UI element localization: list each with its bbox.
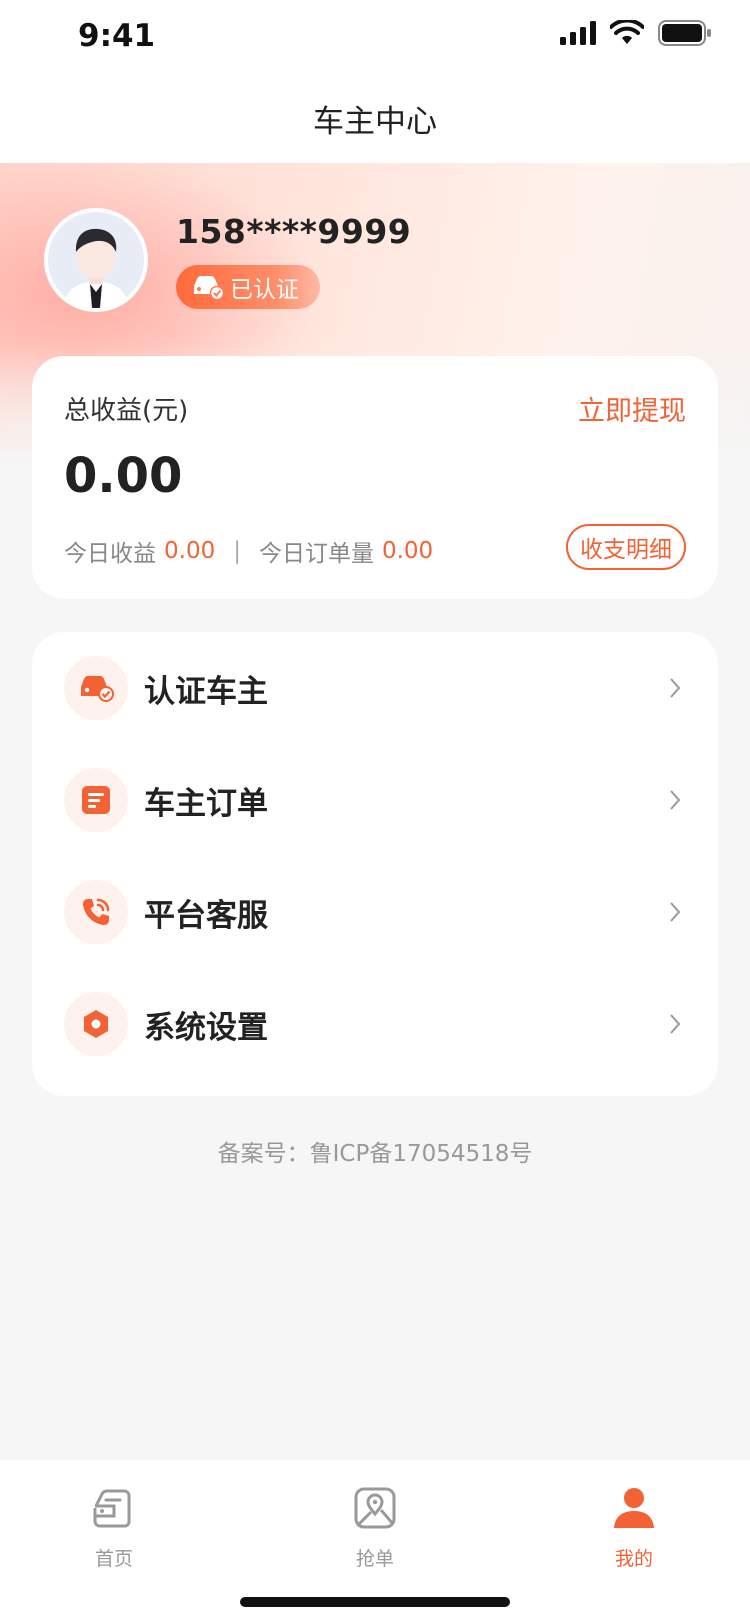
summary-separator: | [233, 538, 241, 564]
tab-grab-order[interactable]: 抢单 [315, 1484, 435, 1571]
battery-icon [658, 20, 711, 46]
menu-item-system-settings[interactable]: 系统设置 [32, 968, 718, 1080]
avatar[interactable] [44, 208, 148, 312]
map-pin-icon [354, 1487, 396, 1529]
total-earnings-value: 0.00 [64, 448, 183, 504]
menu-item-customer-service[interactable]: 平台客服 [32, 856, 718, 968]
order-list-icon [82, 786, 110, 814]
status-time: 9:41 [78, 18, 156, 54]
menu-card: 认证车主 车主订单 平台客服 系统设置 [32, 632, 718, 1096]
menu-icon-wrap [64, 880, 128, 944]
chevron-right-icon [670, 1014, 681, 1034]
menu-item-label: 平台客服 [144, 897, 268, 934]
tab-mine[interactable]: 我的 [574, 1484, 694, 1571]
menu-item-owner-orders[interactable]: 车主订单 [32, 744, 718, 856]
phone-service-icon [83, 898, 110, 925]
screen: 9:41 车主中心 158****9999 已认证 总收益(元) 立即提现 0.… [0, 0, 750, 1624]
verified-badge-label: 已认证 [230, 277, 299, 303]
avatar-person-icon [48, 212, 144, 308]
user-icon [614, 1488, 654, 1528]
menu-icon-wrap [64, 768, 128, 832]
tab-label: 抢单 [355, 1548, 394, 1570]
tab-label: 首页 [94, 1548, 133, 1570]
nav-bar: 车主中心 [0, 78, 750, 163]
chevron-right-icon [670, 678, 681, 698]
car-verified-icon [81, 676, 114, 702]
user-phone: 158****9999 [176, 212, 412, 251]
chevron-right-icon [670, 790, 681, 810]
home-car-icon [93, 1489, 131, 1528]
menu-icon-wrap [64, 656, 128, 720]
total-earnings-label: 总收益(元) [64, 396, 189, 426]
settings-hex-icon [84, 1010, 108, 1038]
earnings-card: 总收益(元) 立即提现 0.00 今日收益 0.00 | 今日订单量 0.00 … [32, 356, 718, 599]
page-title: 车主中心 [313, 104, 437, 140]
menu-item-label: 认证车主 [144, 673, 268, 710]
menu-item-verify-owner[interactable]: 认证车主 [32, 632, 718, 744]
signal-icon [560, 21, 596, 45]
tab-label: 我的 [614, 1548, 653, 1570]
wifi-icon [610, 20, 644, 44]
car-verified-icon [194, 276, 224, 300]
today-summary: 今日收益 0.00 | 今日订单量 0.00 [64, 534, 433, 568]
menu-icon-wrap [64, 992, 128, 1056]
menu-item-label: 系统设置 [144, 1009, 268, 1046]
today-orders-value: 0.00 [381, 538, 434, 564]
tab-home[interactable]: 首页 [54, 1484, 174, 1571]
chevron-right-icon [670, 902, 681, 922]
status-bar: 9:41 [0, 0, 750, 78]
today-income-label: 今日收益 [64, 541, 156, 567]
status-icons [560, 20, 712, 46]
withdraw-link[interactable]: 立即提现 [578, 389, 686, 428]
menu-item-label: 车主订单 [144, 785, 268, 822]
today-orders-label: 今日订单量 [258, 541, 374, 567]
today-income-value: 0.00 [164, 538, 216, 564]
verified-badge: 已认证 [176, 265, 320, 309]
icp-record: 备案号：鲁ICP备17054518号 [217, 1141, 533, 1167]
home-indicator [240, 1597, 510, 1607]
income-detail-button[interactable]: 收支明细 [566, 524, 686, 570]
